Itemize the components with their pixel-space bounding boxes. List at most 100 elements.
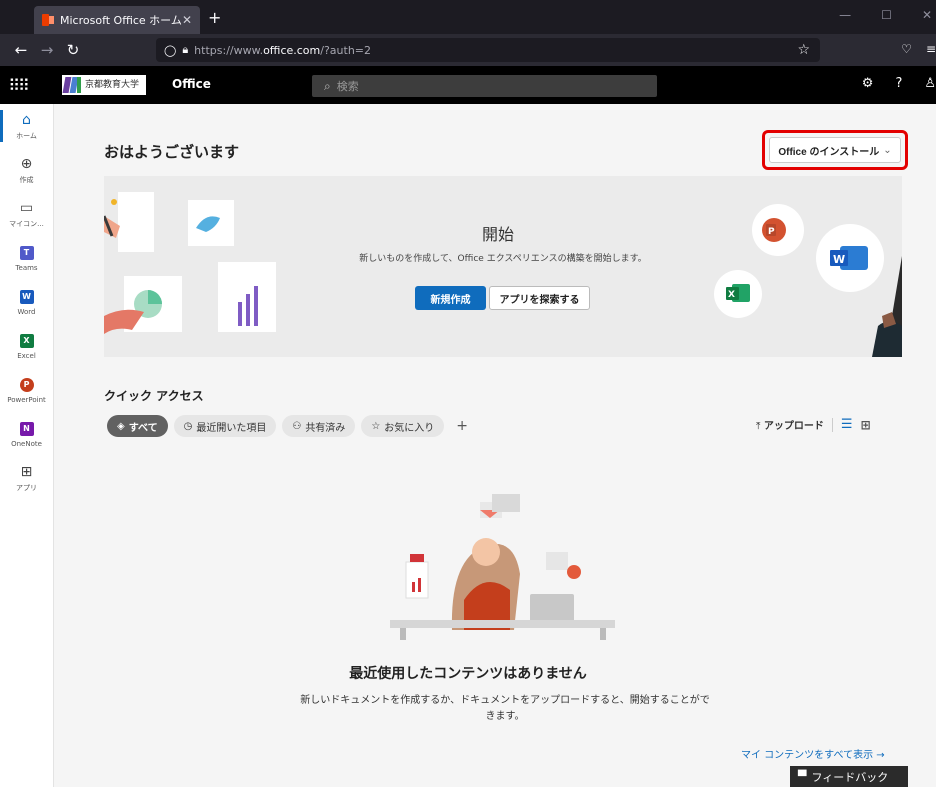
grid-view-icon[interactable]: ⊞ bbox=[861, 418, 871, 432]
app-name[interactable]: Office bbox=[172, 77, 211, 91]
excel-icon: X bbox=[19, 333, 35, 349]
rail-item-create[interactable]: ⊕ 作成 bbox=[0, 148, 53, 192]
quick-access-actions: ⤒ アップロード ☰ ⊞ bbox=[756, 417, 871, 432]
help-icon[interactable]: ? bbox=[895, 76, 902, 91]
close-window-icon[interactable]: ✕ bbox=[922, 8, 932, 22]
folder-icon: ▭ bbox=[19, 199, 34, 216]
rail-item-word[interactable]: W Word bbox=[0, 280, 53, 324]
chevron-down-icon: ⌄ bbox=[883, 144, 892, 156]
create-icon: ⊕ bbox=[20, 155, 33, 172]
filter-label: お気に入り bbox=[384, 422, 435, 434]
greeting: おはようございます bbox=[104, 143, 240, 161]
onenote-icon: N bbox=[19, 421, 35, 437]
search-placeholder: 検索 bbox=[336, 80, 359, 93]
empty-state-description: 新しいドキュメントを作成するか、ドキュメントをアップロードすると、開始することが… bbox=[300, 695, 710, 722]
rail-item-teams[interactable]: T Teams bbox=[0, 236, 53, 280]
settings-gear-icon[interactable]: ⚙ bbox=[862, 76, 874, 91]
rail-label: PowerPoint bbox=[7, 395, 46, 404]
office-header: ⠿⠿ 京都教育大学 Office ⌕ 検索 ⚙ ? ♙ bbox=[0, 66, 936, 104]
url-bar[interactable]: ◯ 🔒︎ https://www.office.com/?auth=2 ☆ bbox=[156, 38, 820, 62]
rail-item-onenote[interactable]: N OneNote bbox=[0, 412, 53, 456]
teams-icon: T bbox=[19, 245, 35, 261]
rail-label: マイコン... bbox=[9, 219, 44, 228]
rail-label: Word bbox=[17, 307, 36, 316]
install-office-button[interactable]: Office のインストール ⌄ bbox=[769, 137, 901, 163]
maximize-icon[interactable]: ☐ bbox=[881, 8, 892, 22]
lock-icon[interactable]: 🔒︎ bbox=[182, 43, 188, 57]
filter-all[interactable]: ◈ すべて bbox=[107, 415, 168, 437]
feedback-button[interactable]: ▀ フィードバック bbox=[790, 766, 908, 787]
svg-text:X: X bbox=[728, 290, 735, 300]
feedback-icon: ▀ bbox=[798, 770, 807, 783]
header-actions: ⚙ ? ♙ bbox=[862, 76, 936, 91]
filter-label: 共有済み bbox=[305, 422, 346, 434]
filter-label: 最近開いた項目 bbox=[196, 422, 267, 434]
apps-icon: ⊞ bbox=[20, 463, 33, 480]
back-icon[interactable]: ← bbox=[10, 41, 32, 59]
rail-item-excel[interactable]: X Excel bbox=[0, 324, 53, 368]
new-tab-icon[interactable]: + bbox=[208, 8, 221, 27]
clock-icon: ◷ bbox=[183, 420, 193, 432]
rail-item-powerpoint[interactable]: P PowerPoint bbox=[0, 368, 53, 412]
filter-label: すべて bbox=[128, 422, 158, 434]
empty-state-title: 最近使用したコンテンツはありません bbox=[349, 666, 587, 682]
hero-title: 開始 bbox=[481, 225, 514, 244]
org-logo[interactable]: 京都教育大学 bbox=[62, 75, 146, 95]
home-icon: ⌂ bbox=[22, 111, 31, 128]
forward-icon[interactable]: → bbox=[36, 41, 58, 59]
explore-apps-button[interactable]: アプリを探索する bbox=[489, 286, 590, 310]
menu-icon[interactable]: ≡ bbox=[926, 42, 936, 56]
install-label: Office のインストール bbox=[778, 146, 880, 158]
office-favicon-icon bbox=[42, 14, 54, 26]
pocket-icon[interactable]: ♡ bbox=[901, 42, 912, 56]
show-all-content-link[interactable]: マイ コンテンツをすべて表示 → bbox=[741, 746, 885, 761]
rail-item-home[interactable]: ⌂ ホーム bbox=[0, 104, 53, 148]
search-input[interactable]: ⌕ 検索 bbox=[312, 75, 657, 97]
rail-label: アプリ bbox=[16, 483, 37, 492]
account-icon[interactable]: ♙ bbox=[924, 76, 936, 91]
left-rail: ⌂ ホーム ⊕ 作成 ▭ マイコン... T Teams W Word X Ex… bbox=[0, 104, 54, 787]
rail-label: 作成 bbox=[19, 175, 34, 184]
bookmark-star-icon[interactable]: ☆ bbox=[797, 42, 810, 58]
empty-state-illustration bbox=[390, 494, 615, 640]
rail-label: Teams bbox=[15, 263, 38, 272]
browser-toolbar: ← → ↻ ◯ 🔒︎ https://www.office.com/?auth=… bbox=[0, 34, 936, 66]
hero-subtitle: 新しいものを作成して、Office エクスペリエンスの構築を開始します。 bbox=[359, 254, 647, 264]
powerpoint-icon: P bbox=[19, 377, 35, 393]
minimize-icon[interactable]: — bbox=[839, 8, 851, 22]
feedback-label: フィードバック bbox=[811, 770, 889, 784]
upload-icon: ⤒ bbox=[756, 421, 761, 432]
url-text[interactable]: https://www.office.com/?auth=2 bbox=[194, 44, 371, 57]
divider bbox=[831, 417, 833, 432]
tab-title: Microsoft Office ホーム bbox=[60, 14, 182, 27]
people-icon: ⚇ bbox=[292, 420, 302, 432]
filter-shared[interactable]: ⚇ 共有済み bbox=[282, 415, 356, 437]
filter-recent[interactable]: ◷ 最近開いた項目 bbox=[173, 415, 277, 437]
cube-icon: ◈ bbox=[117, 420, 125, 432]
tab-close-icon[interactable]: ✕ bbox=[182, 13, 192, 27]
star-icon: ☆ bbox=[371, 420, 381, 432]
install-highlight: Office のインストール ⌄ bbox=[762, 130, 908, 170]
app-launcher-icon[interactable]: ⠿⠿ bbox=[0, 76, 36, 95]
browser-actions: ♡ ≡ bbox=[901, 42, 936, 56]
rail-label: Excel bbox=[17, 351, 36, 360]
rail-item-my-content[interactable]: ▭ マイコン... bbox=[0, 192, 53, 236]
filter-favorites[interactable]: ☆ お気に入り bbox=[361, 415, 445, 437]
hero-banner: P W X 開始 新しいものを作成して、Office エクスペリエンスの構築を開… bbox=[104, 176, 902, 357]
new-document-button[interactable]: 新規作成 bbox=[415, 286, 486, 310]
shield-icon[interactable]: ◯ bbox=[164, 44, 176, 57]
hero-right-illustration: P W X bbox=[714, 204, 902, 357]
quick-access-title: クイック アクセス bbox=[104, 389, 204, 403]
add-filter-icon[interactable]: + bbox=[456, 418, 468, 434]
org-logo-mark-icon bbox=[62, 77, 82, 93]
hero-left-illustration bbox=[104, 192, 276, 334]
upload-button[interactable]: ⤒ アップロード bbox=[756, 417, 824, 432]
list-view-icon[interactable]: ☰ bbox=[841, 417, 853, 432]
reload-icon[interactable]: ↻ bbox=[62, 41, 84, 59]
window-controls: — ☐ ✕ bbox=[839, 8, 932, 22]
browser-tab[interactable]: Microsoft Office ホーム ✕ bbox=[34, 6, 200, 34]
search-icon: ⌕ bbox=[324, 78, 331, 93]
rail-item-apps[interactable]: ⊞ アプリ bbox=[0, 456, 53, 500]
upload-label: アップロード bbox=[763, 421, 824, 432]
rail-label: OneNote bbox=[11, 439, 42, 448]
